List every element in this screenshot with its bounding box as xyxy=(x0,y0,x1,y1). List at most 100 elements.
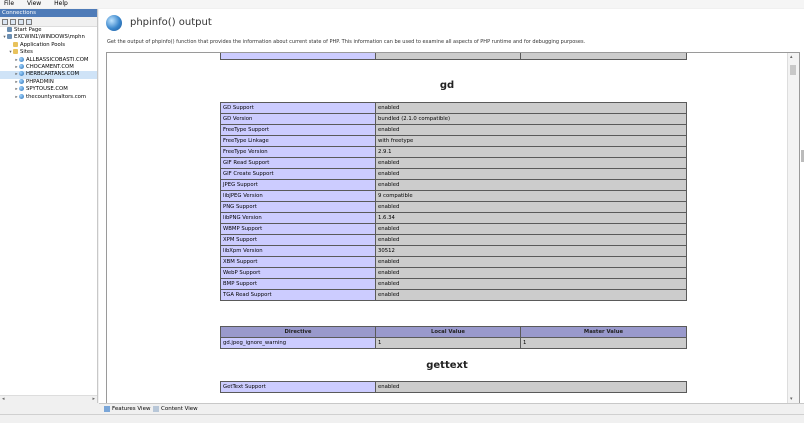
tree-item-label: Sites xyxy=(20,49,33,56)
table-row: GD Version bundled (2.1.0 compatible) xyxy=(220,113,687,125)
gd-row-label: WebP Support xyxy=(220,267,376,279)
gd-row-label: FreeType Version xyxy=(220,146,376,158)
scroll-down-icon[interactable]: ▾ xyxy=(790,396,793,402)
gd-row-label: libJPEG Version xyxy=(220,190,376,202)
scroll-right-icon[interactable]: ▸ xyxy=(92,396,95,403)
save-icon[interactable] xyxy=(10,18,16,25)
content-view-tab[interactable]: Content View xyxy=(151,405,200,413)
connect-icon[interactable] xyxy=(2,18,8,25)
gd-row-label: FreeType Linkage xyxy=(220,135,376,147)
globe-icon xyxy=(19,63,24,69)
tree-item[interactable]: ▸ CHOCAMENT.COM xyxy=(0,63,97,71)
up-icon[interactable] xyxy=(18,18,24,25)
table-row: XBM Support enabled xyxy=(220,256,687,268)
table-row: PNG Support enabled xyxy=(220,201,687,213)
features-view-icon xyxy=(104,406,110,412)
gd-row-label: libXpm Version xyxy=(220,245,376,257)
gd-row-label: XBM Support xyxy=(220,256,376,268)
phpinfo-content: gd GD Support enabled GD Version bundled (2… xyxy=(107,53,787,403)
tree-item[interactable]: Application Pools xyxy=(0,41,97,49)
tree-item[interactable]: Start Page xyxy=(0,27,97,34)
table-row: JPEG Support enabled xyxy=(220,179,687,191)
header-directive: Directive xyxy=(220,326,376,338)
table-row: BMP Support enabled xyxy=(220,278,687,290)
gd-row-label: GD Version xyxy=(220,113,376,125)
gd-row-label: GD Support xyxy=(220,102,376,114)
tree-item[interactable]: ▸ ALLBASSICOBASTI.COM xyxy=(0,56,97,64)
globe-icon xyxy=(19,78,24,84)
tree-item-label: thecountyrealtors.com xyxy=(26,93,87,100)
gettext-support-value: enabled xyxy=(375,381,687,393)
scroll-left-icon[interactable]: ◂ xyxy=(2,396,5,403)
gd-table: GD Support enabled GD Version bundled (2.1.… xyxy=(220,102,687,301)
tree-item-label: ALLBASSICOBASTI.COM xyxy=(26,56,89,63)
phpinfo-frame[interactable]: gd GD Support enabled GD Version bundled (2… xyxy=(106,52,800,404)
tree-item[interactable]: ▸ HERBCARTANS.COM xyxy=(0,71,97,79)
gd-row-value: with freetype xyxy=(375,135,687,147)
directive-local-value: 1 xyxy=(375,337,521,349)
gd-row-value: 9 compatible xyxy=(375,190,687,202)
menu-file[interactable]: File xyxy=(4,0,14,8)
gd-row-value: 2.9.1 xyxy=(375,146,687,158)
scroll-up-icon[interactable]: ▴ xyxy=(790,54,793,60)
connections-title: Connections xyxy=(0,9,97,17)
gd-row-value: 30512 xyxy=(375,245,687,257)
header-master-value: Master Value xyxy=(520,326,687,338)
features-view-label: Features View xyxy=(112,406,151,412)
gd-row-value: enabled xyxy=(375,157,687,169)
tree-item[interactable]: ▸ SPYTOUSE.COM xyxy=(0,86,97,93)
tree-item-label: SPYTOUSE.COM xyxy=(26,86,68,93)
table-row: libJPEG Version 9 compatible xyxy=(220,190,687,202)
folder-icon xyxy=(13,41,18,47)
table-row: FreeType Linkage with freetype xyxy=(220,135,687,147)
gd-row-value: enabled xyxy=(375,124,687,136)
gd-row-value: enabled xyxy=(375,223,687,235)
directive-master-value: 1 xyxy=(520,337,687,349)
table-row: WBMP Support enabled xyxy=(220,223,687,235)
scrollbar-thumb[interactable] xyxy=(790,65,796,75)
table-row: GD Support enabled xyxy=(220,102,687,114)
gd-row-value: enabled xyxy=(375,289,687,301)
tree-item[interactable]: ▸ PHPADMIN xyxy=(0,78,97,86)
menu-view[interactable]: View xyxy=(27,0,41,8)
page-description: Get the output of phpinfo() function tha… xyxy=(107,39,586,45)
directive-name: gd.jpeg_ignore_warning xyxy=(220,337,376,349)
tree-item[interactable]: ▸ thecountyrealtors.com xyxy=(0,93,97,101)
tree-item[interactable]: ▾ Sites xyxy=(0,49,97,56)
table-row: FreeType Version 2.9.1 xyxy=(220,146,687,158)
globe-icon xyxy=(106,15,122,31)
gd-row-label: PNG Support xyxy=(220,201,376,213)
features-view-tab[interactable]: Features View xyxy=(102,405,152,413)
gd-row-value: enabled xyxy=(375,168,687,180)
tree-item-label: HERBCARTANS.COM xyxy=(26,71,80,78)
gettext-support-label: GetText Support xyxy=(220,381,376,393)
refresh-icon[interactable] xyxy=(26,18,32,25)
connections-pane: Connections Start Page ▾ EXCWIN1\WINDOWS\m… xyxy=(0,9,98,403)
content-view-label: Content View xyxy=(161,406,198,412)
gd-row-value: 1.6.34 xyxy=(375,212,687,224)
globe-icon xyxy=(19,86,24,92)
vertical-scrollbar[interactable]: ▴ ▾ xyxy=(787,53,799,403)
table-row: WebP Support enabled xyxy=(220,267,687,279)
server-icon xyxy=(7,27,12,32)
table-row: GIF Create Support enabled xyxy=(220,168,687,180)
tree-item-label: EXCWIN1\WINDOWS\mphn xyxy=(14,34,85,41)
left-horizontal-scrollbar[interactable]: ◂ ▸ xyxy=(0,395,97,403)
page-title: phpinfo() output xyxy=(130,17,212,28)
menu-bar: File View Help xyxy=(0,0,804,8)
menu-help[interactable]: Help xyxy=(54,0,68,8)
gd-row-label: BMP Support xyxy=(220,278,376,290)
table-row: TGA Read Support enabled xyxy=(220,289,687,301)
gd-row-value: enabled xyxy=(375,179,687,191)
table-row: XPM Support enabled xyxy=(220,234,687,246)
gd-row-label: FreeType Support xyxy=(220,124,376,136)
tree-item[interactable]: ▾ EXCWIN1\WINDOWS\mphn xyxy=(0,34,97,41)
table-row: libPNG Version 1.6.34 xyxy=(220,212,687,224)
tree-item-label: PHPADMIN xyxy=(26,78,54,85)
content-view-icon xyxy=(153,406,159,412)
gd-row-label: GIF Create Support xyxy=(220,168,376,180)
folder-icon xyxy=(13,49,18,55)
gd-row-label: JPEG Support xyxy=(220,179,376,191)
tree-item-label: CHOCAMENT.COM xyxy=(26,63,74,70)
gd-row-value: enabled xyxy=(375,267,687,279)
